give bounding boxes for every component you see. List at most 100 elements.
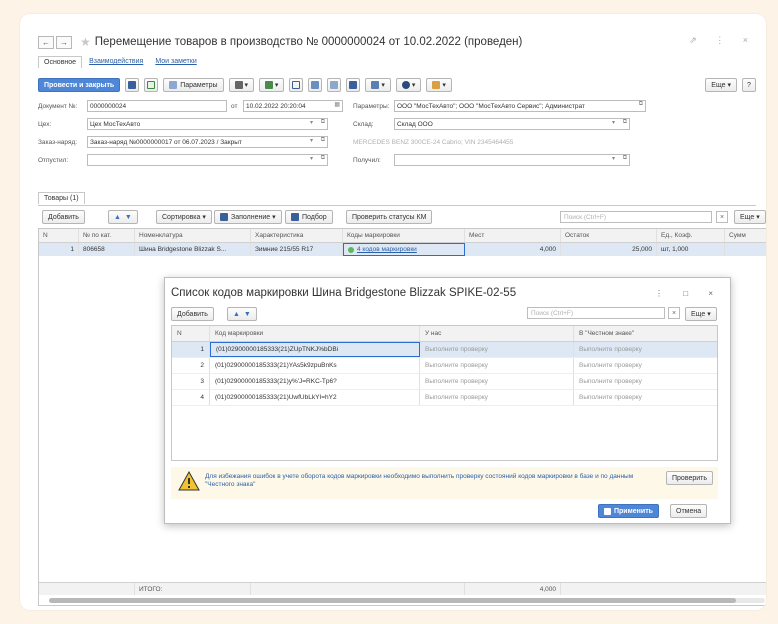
tab-divider	[38, 205, 756, 206]
arrow-up-icon[interactable]: ▲	[114, 214, 121, 221]
row-codes-cell[interactable]: 4 кодов маркировки	[343, 243, 465, 256]
open-icon[interactable]: ⧉	[321, 155, 325, 162]
add-row-button[interactable]: Добавить	[42, 210, 85, 224]
favorite-star-icon[interactable]: ★	[80, 35, 91, 49]
save-button[interactable]	[125, 78, 140, 92]
grid-more-label: Еще	[740, 213, 755, 221]
table-row[interactable]: 1 806658 Шина Bridgestone Blizzak S... З…	[39, 243, 766, 256]
check-km-button[interactable]: Проверить статусы КМ	[346, 210, 433, 224]
pick-button[interactable]: Подбор	[285, 210, 333, 224]
report-button[interactable]	[289, 78, 304, 92]
create-based-button[interactable]: ▾	[258, 78, 285, 92]
row-codes-link[interactable]: 4 кодов маркировки	[357, 246, 417, 253]
cancel-button[interactable]: Отмена	[670, 504, 708, 518]
tab-notes[interactable]: Мои заметки	[150, 56, 201, 68]
fill-icon	[220, 213, 228, 221]
dialog-move-buttons[interactable]: ▲ ▼	[227, 307, 257, 321]
order-field[interactable]: Заказ-наряд №0000000017 от 06.07.2023 / …	[87, 136, 328, 148]
dropdown-icon[interactable]: ▾	[612, 119, 615, 126]
shop-value: Цех МосТехАвто	[90, 120, 141, 128]
scroll-thumb[interactable]	[49, 598, 737, 603]
dropdown-icon[interactable]: ▾	[310, 155, 313, 162]
col-code[interactable]: Код маркировки	[210, 326, 420, 341]
table-footer: ИТОГО: 4,000	[39, 582, 766, 595]
more-button[interactable]: Еще ▾	[705, 78, 737, 92]
list-item[interactable]: 3 (01)02900000185333(21)y%'J=RKC-Tp6? Вы…	[172, 374, 717, 390]
grid-search-input[interactable]: Поиск (Ctrl+F)	[560, 211, 712, 223]
received-field[interactable]: ▾ ⧉	[394, 154, 630, 166]
dialog-more-button[interactable]: Еще ▾	[685, 307, 717, 321]
table-button[interactable]	[308, 78, 323, 92]
warning-icon	[178, 471, 200, 491]
code-n: 1	[172, 342, 210, 357]
grid-more-button[interactable]: Еще ▾	[734, 210, 766, 224]
open-icon[interactable]: ⧉	[321, 119, 325, 126]
col-unit[interactable]: Ед., Коэф.	[657, 229, 725, 242]
dialog-search-input[interactable]: Поиск (Ctrl+F)	[527, 307, 665, 319]
col-rest[interactable]: Остаток	[561, 229, 657, 242]
col-ours[interactable]: У нас	[420, 326, 574, 341]
open-icon[interactable]: ⧉	[321, 137, 325, 144]
params-field[interactable]: ООО "МосТехАвто"; ООО "МосТехАвто Сервис…	[394, 100, 646, 112]
structure-button[interactable]	[346, 78, 361, 92]
tab-interactions[interactable]: Взаимодействия	[84, 56, 148, 68]
back-button[interactable]: ←	[38, 35, 54, 49]
title-bar: ← → ★ Перемещение товаров в производство…	[38, 32, 756, 52]
status-button[interactable]: ▾	[395, 78, 422, 92]
open-icon[interactable]: ⧉	[623, 119, 627, 126]
dropdown-icon[interactable]: ▾	[310, 137, 313, 144]
fill-button[interactable]: Заполнение ▾	[214, 210, 282, 224]
window-controls[interactable]: ⇗ ⋮ ×	[689, 35, 756, 46]
attachments-button[interactable]: ▾	[426, 78, 452, 92]
col-name[interactable]: Номенклатура	[135, 229, 251, 242]
col-places[interactable]: Мест	[465, 229, 561, 242]
code-ours: Выполните проверку	[420, 374, 574, 389]
col-sum[interactable]: Сумм	[725, 229, 766, 242]
check-button[interactable]: Проверить	[666, 471, 714, 485]
arrow-down-icon[interactable]: ▼	[125, 214, 132, 221]
print-button[interactable]: ▾	[228, 78, 254, 92]
shop-field[interactable]: Цех МосТехАвто ▾ ⧉	[87, 118, 328, 130]
apply-button[interactable]: Применить	[598, 504, 659, 518]
tab-goods[interactable]: Товары (1)	[38, 192, 85, 204]
help-button[interactable]: ?	[742, 78, 756, 92]
dropdown-icon[interactable]: ▾	[612, 155, 615, 162]
col-codes[interactable]: Коды маркировки	[343, 229, 465, 242]
params-button[interactable]: Параметры	[163, 78, 224, 92]
open-icon[interactable]: ⧉	[623, 155, 627, 162]
list-button[interactable]	[327, 78, 342, 92]
doc-number-field[interactable]: 0000000024	[87, 100, 227, 112]
list-item[interactable]: 4 (01)02900000185333(21)UwfUbLkYI=hY2 Вы…	[172, 390, 717, 406]
clear-search-icon[interactable]: ×	[716, 211, 728, 223]
col-n[interactable]: N	[39, 229, 79, 242]
code-cz: Выполните проверку	[579, 394, 642, 401]
code-value: (01)02900000185333(21)ZUpTNKJ%bDBi	[210, 342, 420, 357]
dialog-add-button[interactable]: Добавить	[171, 307, 214, 321]
forward-button[interactable]: →	[56, 35, 72, 49]
code-n: 4	[172, 390, 210, 405]
move-up-down-buttons[interactable]: ▲ ▼	[108, 210, 138, 224]
list-item[interactable]: 2 (01)02900000185333(21)YAs5k9zpuBnKs Вы…	[172, 358, 717, 374]
open-icon[interactable]: ⧉	[639, 101, 643, 108]
col-char[interactable]: Характеристика	[251, 229, 343, 242]
calendar-icon[interactable]: ▦	[334, 101, 340, 108]
arrow-up-icon[interactable]: ▲	[233, 311, 240, 318]
users-button[interactable]: ▾	[365, 78, 391, 92]
post-and-close-button[interactable]: Провести и закрыть	[38, 78, 121, 92]
tab-main[interactable]: Основное	[38, 56, 83, 68]
dialog-window-controls[interactable]: ⋮ □ ×	[655, 289, 722, 298]
dropdown-icon[interactable]: ▾	[310, 119, 313, 126]
post-button[interactable]	[144, 78, 159, 92]
floppy-icon	[128, 81, 137, 89]
warehouse-field[interactable]: Склад ООО ▾ ⧉	[394, 118, 630, 130]
date-field[interactable]: 10.02.2022 20:20:04 ▦	[243, 100, 343, 112]
sort-button[interactable]: Сортировка ▾	[156, 210, 212, 224]
col-n[interactable]: N	[172, 326, 210, 341]
list-item[interactable]: 1 (01)02900000185333(21)ZUpTNKJ%bDBi Вып…	[172, 342, 717, 358]
dialog-clear-search-icon[interactable]: ×	[668, 307, 680, 319]
arrow-down-icon[interactable]: ▼	[244, 311, 251, 318]
col-cat[interactable]: № по кат.	[79, 229, 135, 242]
horizontal-scrollbar[interactable]	[49, 598, 765, 603]
released-field[interactable]: ▾ ⧉	[87, 154, 328, 166]
col-cz[interactable]: В "Честном знаке"	[574, 326, 717, 341]
